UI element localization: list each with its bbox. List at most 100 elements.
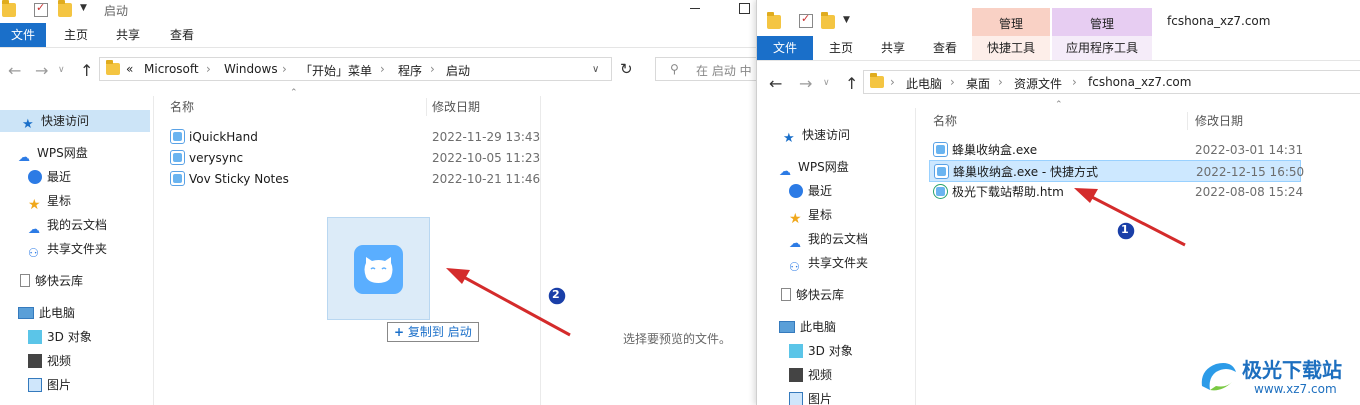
minimize-icon[interactable] xyxy=(690,8,700,9)
nav-my-cloud-docs[interactable]: ☁ 我的云文档 xyxy=(757,228,868,250)
file-row[interactable]: 蜂巢收纳盒.exe 2022-03-01 14:31 xyxy=(933,139,1303,161)
breadcrumb-sep: › xyxy=(206,62,211,76)
properties-icon[interactable] xyxy=(34,1,48,17)
right-address-bar[interactable]: › 此电脑 › 桌面 › 资源文件 › fcshona_xz7.com xyxy=(863,70,1360,94)
file-row[interactable]: Vov Sticky Notes 2022-10-21 11:46 xyxy=(170,168,540,190)
drag-ghost xyxy=(327,217,430,320)
breadcrumb-sep: › xyxy=(890,75,895,89)
tab-view[interactable]: 查看 xyxy=(162,23,202,47)
plus-icon: + xyxy=(394,325,405,339)
tab-share[interactable]: 共享 xyxy=(873,36,913,60)
column-date-modified[interactable]: 修改日期 xyxy=(432,98,480,115)
tab-file[interactable]: 文件 xyxy=(757,36,813,60)
breadcrumb-programs[interactable]: 程序 xyxy=(398,62,422,79)
properties-icon[interactable] xyxy=(799,12,813,28)
watermark-url: www.xz7.com xyxy=(1254,382,1337,396)
forward-icon[interactable]: → xyxy=(35,61,48,80)
nav-label: 视频 xyxy=(47,354,72,368)
tab-view[interactable]: 查看 xyxy=(925,36,965,60)
column-divider[interactable] xyxy=(426,98,427,116)
nav-starred[interactable]: ★ 星标 xyxy=(0,190,71,213)
recent-dropdown-icon[interactable]: ∨ xyxy=(823,78,830,88)
tab-share[interactable]: 共享 xyxy=(108,23,148,47)
new-folder-icon[interactable] xyxy=(58,0,72,17)
nav-gokuai-library[interactable]: 够快云库 xyxy=(757,284,844,306)
nav-quick-access[interactable]: ★ 快速访问 xyxy=(0,110,150,132)
recent-dropdown-icon[interactable]: ∨ xyxy=(58,65,65,75)
tab-application-tools[interactable]: 应用程序工具 xyxy=(1052,36,1152,60)
left-search-box[interactable]: ⚲ 在 启动 中 xyxy=(655,57,756,81)
qat-dropdown-icon[interactable]: ▼ xyxy=(843,15,850,25)
nav-pictures[interactable]: 图片 xyxy=(0,374,71,396)
nav-wps-drive[interactable]: ☁ WPS网盘 xyxy=(757,156,849,178)
qat-dropdown-icon[interactable]: ▼ xyxy=(80,3,87,13)
nav-label: 图片 xyxy=(808,392,833,405)
right-explorer-window: ▼ fcshona_xz7.com 管理 管理 文件 主页 共享 查看 快捷工具… xyxy=(756,0,1360,405)
left-address-bar[interactable]: « Microsoft › Windows › 「开始」菜单 › 程序 › 启动… xyxy=(99,57,612,81)
file-row[interactable]: iQuickHand 2022-11-29 13:43 xyxy=(170,126,540,148)
breadcrumb-this-pc[interactable]: 此电脑 xyxy=(906,75,942,92)
sort-indicator-icon: ⌃ xyxy=(290,88,298,98)
refresh-icon[interactable]: ↻ xyxy=(620,60,633,78)
file-date: 2022-11-29 13:43 xyxy=(432,130,541,144)
breadcrumb-overflow[interactable]: « xyxy=(126,62,133,76)
nav-recent[interactable]: 最近 xyxy=(0,166,71,188)
breadcrumb-startup[interactable]: 启动 xyxy=(446,62,470,79)
film-icon xyxy=(789,367,803,382)
file-row-selected[interactable]: 蜂巢收纳盒.exe - 快捷方式 2022-12-15 16:50 xyxy=(929,160,1304,182)
new-folder-icon[interactable] xyxy=(821,12,835,29)
nav-this-pc[interactable]: 此电脑 xyxy=(0,302,75,324)
cloud-icon: ☁ xyxy=(779,163,791,178)
address-dropdown-icon[interactable]: ∨ xyxy=(592,64,599,75)
tab-file[interactable]: 文件 xyxy=(0,23,46,47)
nav-my-cloud-docs[interactable]: ☁ 我的云文档 xyxy=(0,214,107,236)
star-icon: ★ xyxy=(789,210,802,227)
watermark-logo-icon xyxy=(1201,363,1236,391)
nav-videos[interactable]: 视频 xyxy=(757,364,832,386)
nav-gokuai-library[interactable]: 够快云库 xyxy=(0,270,83,292)
nav-recent[interactable]: 最近 xyxy=(757,180,832,202)
nav-this-pc[interactable]: 此电脑 xyxy=(757,316,836,338)
nav-pictures[interactable]: 图片 xyxy=(757,388,832,405)
tab-shortcut-tools[interactable]: 快捷工具 xyxy=(972,36,1050,60)
file-row[interactable]: 极光下载站帮助.htm 2022-08-08 15:24 xyxy=(933,181,1303,203)
column-date-modified[interactable]: 修改日期 xyxy=(1195,112,1243,129)
cat-face-icon xyxy=(364,257,393,283)
forward-icon[interactable]: → xyxy=(799,74,812,93)
maximize-icon[interactable] xyxy=(739,3,750,14)
nav-label: 3D 对象 xyxy=(808,344,853,358)
tab-home[interactable]: 主页 xyxy=(821,36,861,60)
nav-3d-objects[interactable]: 3D 对象 xyxy=(757,340,853,362)
nav-label: 3D 对象 xyxy=(47,330,92,344)
breadcrumb-windows[interactable]: Windows xyxy=(224,62,278,76)
breadcrumb-fcshona[interactable]: fcshona_xz7.com xyxy=(1088,75,1191,89)
nav-starred[interactable]: ★ 星标 xyxy=(757,204,832,227)
breadcrumb-microsoft[interactable]: Microsoft xyxy=(144,62,199,76)
column-name[interactable]: 名称 xyxy=(933,112,957,129)
nav-wps-drive[interactable]: ☁ WPS网盘 xyxy=(0,142,88,164)
nav-videos[interactable]: 视频 xyxy=(0,350,71,372)
nav-quick-access[interactable]: ★ 快速访问 xyxy=(757,124,850,146)
nav-3d-objects[interactable]: 3D 对象 xyxy=(0,326,92,348)
nav-shared-folder[interactable]: ⚇ 共享文件夹 xyxy=(0,238,107,260)
up-icon[interactable]: ↑ xyxy=(845,74,858,93)
back-icon[interactable]: ← xyxy=(8,61,21,80)
search-icon: ⚲ xyxy=(670,62,679,76)
breadcrumb-start-menu[interactable]: 「开始」菜单 xyxy=(300,62,372,79)
breadcrumb-resources[interactable]: 资源文件 xyxy=(1014,75,1062,92)
picture-icon xyxy=(789,391,803,405)
column-divider[interactable] xyxy=(1187,112,1188,130)
star-icon: ★ xyxy=(28,196,41,213)
ctx-head-manage-shortcut: 管理 xyxy=(998,17,1023,31)
column-name[interactable]: 名称 xyxy=(170,98,194,115)
file-row[interactable]: verysync 2022-10-05 11:23 xyxy=(170,147,540,169)
ctx-head-manage-app: 管理 xyxy=(1089,17,1114,31)
nav-label: 我的云文档 xyxy=(47,218,108,232)
tab-home[interactable]: 主页 xyxy=(56,23,96,47)
up-icon[interactable]: ↑ xyxy=(80,61,93,80)
clock-icon xyxy=(28,169,42,184)
back-icon[interactable]: ← xyxy=(769,74,782,93)
nav-label: 最近 xyxy=(808,184,833,198)
breadcrumb-desktop[interactable]: 桌面 xyxy=(966,75,990,92)
nav-shared-folder[interactable]: ⚇ 共享文件夹 xyxy=(757,252,868,274)
